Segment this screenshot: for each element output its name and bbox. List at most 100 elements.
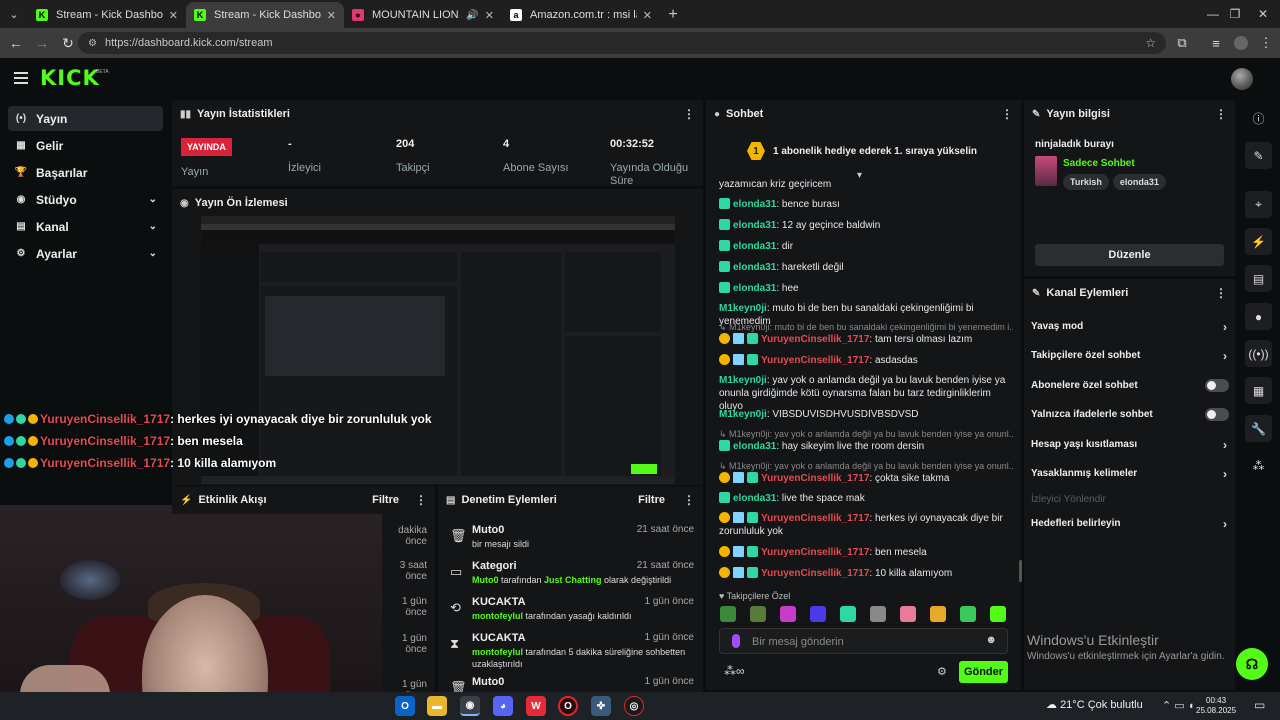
tray-icons[interactable]: ⌃ ▭ ◖ xyxy=(1162,699,1194,712)
chat-scrollbar[interactable] xyxy=(1019,560,1022,582)
profile-avatar-icon[interactable] xyxy=(1229,31,1253,55)
chat-message[interactable]: YuruyenCinsellik_1717: 10 killa alamıyom xyxy=(719,567,1013,580)
set-goals-item[interactable]: Hedefleri belirleyin › xyxy=(1031,517,1229,532)
reload-icon[interactable]: ↻ xyxy=(56,31,80,55)
outlook-icon[interactable]: O xyxy=(395,696,415,716)
moderation-row[interactable]: 🗑 Muto0 1 gün önce xyxy=(438,676,703,692)
chat-kebab-icon[interactable]: ⋮ xyxy=(1001,107,1013,121)
layout-icon[interactable]: ▦ xyxy=(1245,377,1272,404)
lightning-icon[interactable]: ⚡ xyxy=(1245,228,1272,255)
moderation-filter-button[interactable]: Filtre xyxy=(638,494,665,506)
chat-message[interactable]: elonda31: dir xyxy=(719,240,1013,253)
browser-menu-icon[interactable]: ⋮ xyxy=(1254,31,1278,55)
emote-icon[interactable] xyxy=(960,606,976,622)
kicks-icon[interactable]: ⁂ xyxy=(1245,452,1272,479)
chat-message[interactable]: YuruyenCinsellik_1717: herkes iyi oynaya… xyxy=(719,512,1013,538)
emote-icon[interactable] xyxy=(750,606,766,622)
chat-username[interactable]: elonda31 xyxy=(733,241,776,252)
focus-icon[interactable]: ⌖ xyxy=(1245,191,1272,218)
sidebar-item-5[interactable]: ⚙ Ayarlar ⌄ xyxy=(8,241,163,266)
channel-action-5[interactable]: Yasaklanmış kelimeler › xyxy=(1031,467,1229,482)
chat-message[interactable]: yazamıcan kriz geçiricem xyxy=(719,178,1013,191)
chat-message[interactable]: YuruyenCinsellik_1717: tam tersi olması … xyxy=(719,333,1013,346)
emote-icon[interactable] xyxy=(810,606,826,622)
chat-input-box[interactable]: ☻ xyxy=(719,628,1008,654)
emoji-icon[interactable]: ☻ xyxy=(985,634,997,646)
user-avatar[interactable] xyxy=(1231,68,1253,90)
kicks-icon[interactable]: ⁂∞ xyxy=(724,664,745,678)
browser-tab[interactable]: ● MOUNTAIN LION // ADORE 🔊 ✕ xyxy=(344,2,502,28)
browser-tab[interactable]: K Stream - Kick Dashboard ✕ xyxy=(28,2,186,28)
sidebar-item-2[interactable]: 🏆 Başarılar xyxy=(8,160,163,185)
tab-close-icon[interactable]: ✕ xyxy=(643,9,652,22)
bookmark-star-icon[interactable]: ☆ xyxy=(1145,36,1156,50)
chat-username[interactable]: elonda31 xyxy=(733,493,776,504)
moderation-row[interactable]: ⟲ KUCAKTA 1 gün önce montofeylul tarafından… xyxy=(438,596,703,632)
broadcast-icon[interactable]: ((•)) xyxy=(1245,340,1272,367)
chat-message[interactable]: YuruyenCinsellik_1717: ben mesela xyxy=(719,546,1013,559)
file-explorer-icon[interactable]: ▬ xyxy=(427,696,447,716)
info-icon[interactable]: ⓘ xyxy=(1245,105,1272,132)
stream-preview-video[interactable] xyxy=(201,216,675,484)
chat-message[interactable]: elonda31: live the space mak xyxy=(719,492,1013,505)
tab-close-icon[interactable]: ✕ xyxy=(485,9,494,22)
chat-message[interactable]: elonda31: 12 ay geçince baldwin xyxy=(719,219,1013,232)
chrome-icon[interactable]: ◉ xyxy=(460,696,480,716)
activity-kebab-icon[interactable]: ⋮ xyxy=(415,493,427,507)
browser-tab[interactable]: K Stream - Kick Dashboard ✕ xyxy=(186,2,344,28)
extensions-icon[interactable]: ⧉ xyxy=(1170,31,1194,55)
chat-username[interactable]: elonda31 xyxy=(733,199,776,210)
obs-icon[interactable]: ◎ xyxy=(624,696,644,716)
speaker-icon[interactable]: 🔊 xyxy=(466,10,478,21)
opera-icon[interactable]: O xyxy=(558,696,578,716)
toggle-switch[interactable] xyxy=(1205,408,1229,422)
chat-username[interactable]: YuruyenCinsellik_1717 xyxy=(761,568,869,579)
emote-icon[interactable] xyxy=(870,606,886,622)
channel-actions-kebab-icon[interactable]: ⋮ xyxy=(1215,286,1227,300)
chat-username[interactable]: elonda31 xyxy=(733,220,776,231)
chat-message[interactable]: elonda31: bence burası xyxy=(719,198,1013,211)
stats-kebab-icon[interactable]: ⋮ xyxy=(683,107,695,121)
sidebar-item-0[interactable]: (•) Yayın xyxy=(8,106,163,131)
chat-username[interactable]: M1keyn0ji xyxy=(719,375,767,386)
notification-icon[interactable]: ▭ xyxy=(1254,698,1265,712)
weather-widget[interactable]: ☁ 21°C Çok bulutlu xyxy=(1046,698,1143,711)
moderation-row[interactable]: ▭ Kategori 21 saat önce Muto0 tarafından Ju… xyxy=(438,560,703,596)
gift-leaderboard-banner[interactable]: 1 1 abonelik hediye ederek 1. sıraya yük… xyxy=(706,134,1018,168)
browser-tab[interactable]: a Amazon.com.tr : msi laptop ✕ xyxy=(502,2,660,28)
channel-action-4[interactable]: Hesap yaşı kısıtlaması › xyxy=(1031,438,1229,453)
sidebar-item-3[interactable]: ◉ Stüdyo ⌄ xyxy=(8,187,163,212)
chat-username[interactable]: elonda31 xyxy=(733,262,776,273)
kick-logo[interactable]: KICK xyxy=(40,66,100,90)
wrench-icon[interactable]: 🔧 xyxy=(1245,415,1272,442)
emote-icon[interactable] xyxy=(840,606,856,622)
new-tab-button[interactable]: + xyxy=(660,2,686,28)
forward-icon[interactable]: → xyxy=(30,31,54,55)
chat-username[interactable]: YuruyenCinsellik_1717 xyxy=(761,334,869,345)
microphone-icon[interactable] xyxy=(732,634,740,648)
reading-list-icon[interactable]: ≡ xyxy=(1204,31,1228,55)
emote-icon[interactable] xyxy=(990,606,1006,622)
tab-close-icon[interactable]: ✕ xyxy=(327,9,336,22)
channel-action-1[interactable]: Takipçilere özel sohbet › xyxy=(1031,349,1229,364)
edit-icon[interactable]: ✎ xyxy=(1245,142,1272,169)
tab-search-icon[interactable]: ⌄ xyxy=(0,0,28,28)
chat-username[interactable]: elonda31 xyxy=(733,283,776,294)
chat-message[interactable]: elonda31: hareketli değil xyxy=(719,261,1013,274)
chat-message[interactable]: YuruyenCinsellik_1717: çokta sike takma xyxy=(719,472,1013,485)
chat-settings-icon[interactable]: ⚙ xyxy=(937,665,947,678)
hamburger-menu-icon[interactable] xyxy=(14,72,28,84)
moderation-row[interactable]: ⧗ KUCAKTA 1 gün önce montofeylul tarafından… xyxy=(438,632,703,669)
chat-icon[interactable]: ● xyxy=(1245,303,1272,330)
chat-username[interactable]: elonda31 xyxy=(733,441,776,452)
emote-icon[interactable] xyxy=(780,606,796,622)
back-icon[interactable]: ← xyxy=(4,31,28,55)
emote-icon[interactable] xyxy=(930,606,946,622)
url-field[interactable]: ⚙ https://dashboard.kick.com/stream ☆ xyxy=(78,32,1166,54)
emote-icon[interactable] xyxy=(720,606,736,622)
toggle-switch[interactable] xyxy=(1205,378,1229,392)
moderation-kebab-icon[interactable]: ⋮ xyxy=(683,493,695,507)
chat-username[interactable]: M1keyn0ji xyxy=(719,409,767,420)
category-name[interactable]: Sadece Sohbet xyxy=(1063,158,1135,169)
chat-username[interactable]: YuruyenCinsellik_1717 xyxy=(761,473,869,484)
